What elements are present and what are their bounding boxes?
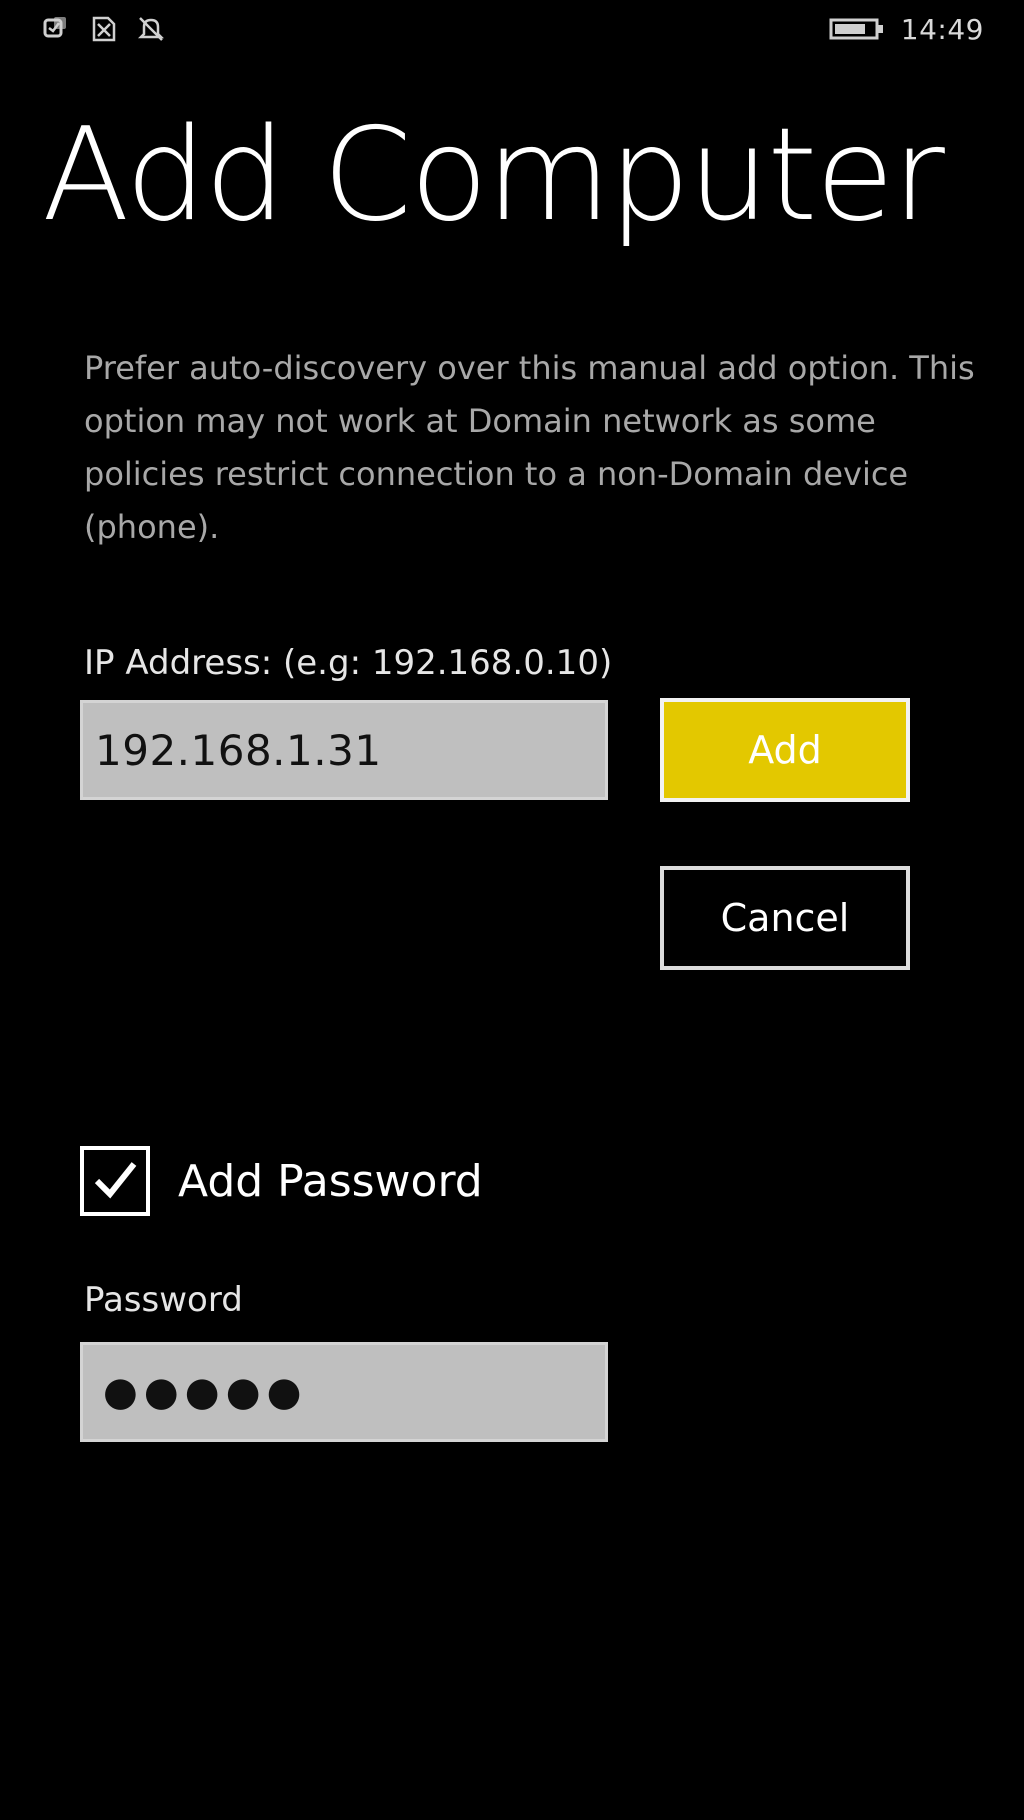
add-password-label: Add Password [178, 1155, 483, 1207]
status-icons [40, 14, 166, 44]
password-label: Password [84, 1280, 243, 1320]
description-text: Prefer auto-discovery over this manual a… [84, 349, 975, 546]
quiet-hours-icon [137, 17, 165, 41]
ip-address-value: 192.168.1.31 [95, 725, 382, 775]
cancel-button[interactable]: Cancel [660, 866, 910, 970]
ip-address-label: IP Address: (e.g: 192.168.0.10) [84, 643, 613, 683]
checkbox-box[interactable] [80, 1146, 150, 1216]
add-button[interactable]: Add [660, 698, 910, 802]
password-input[interactable]: ●●●●● [80, 1342, 608, 1442]
checkmark-icon [94, 1162, 137, 1199]
clock: 14:49 [900, 12, 984, 46]
no-sim-icon [92, 16, 116, 42]
add-password-checkbox[interactable]: Add Password [80, 1146, 483, 1216]
ip-address-input[interactable]: 192.168.1.31 [80, 700, 608, 800]
password-mask: ●●●●● [103, 1369, 308, 1415]
battery-icon [829, 18, 883, 40]
status-bar: 14:49 [0, 0, 1024, 60]
page-title: Add Computer [42, 101, 945, 250]
notification-icon [43, 17, 66, 38]
status-right: 14:49 [829, 10, 984, 48]
